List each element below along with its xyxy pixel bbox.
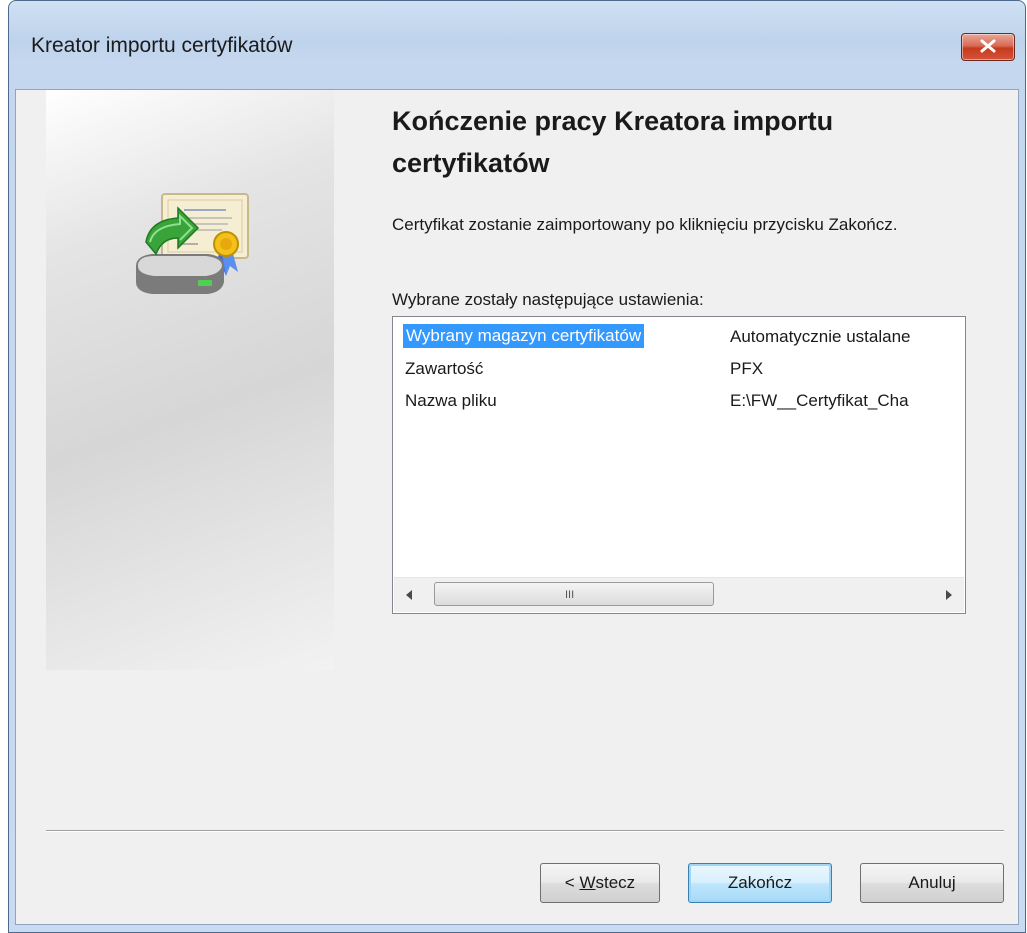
horizontal-scrollbar[interactable]: III xyxy=(394,577,964,612)
arrow-right-icon xyxy=(946,590,952,600)
scroll-left-button[interactable] xyxy=(394,578,428,612)
settings-label: Wybrane zostały następujące ustawienia: xyxy=(392,290,704,309)
wizard-side-panel xyxy=(46,90,334,670)
finish-button[interactable]: Zakończ xyxy=(688,863,832,903)
certificate-import-icon xyxy=(136,193,249,294)
close-button[interactable] xyxy=(961,33,1015,61)
page-description: Certyfikat zostanie zaimportowany po kli… xyxy=(392,215,898,234)
button-separator xyxy=(46,830,1004,832)
close-x-icon xyxy=(980,39,996,53)
list-item[interactable]: Nazwa pliku E:\FW__Certyfikat_Cha xyxy=(393,387,965,415)
back-button[interactable]: < Wstecz xyxy=(540,863,660,903)
setting-name: Wybrany magazyn certyfikatów xyxy=(403,324,645,348)
cancel-button[interactable]: Anuluj xyxy=(860,863,1004,903)
setting-value: PFX xyxy=(730,359,764,378)
scrollbar-thumb[interactable]: III xyxy=(434,582,714,606)
setting-value: Automatycznie ustalane xyxy=(730,327,911,346)
list-item[interactable]: Zawartość PFX xyxy=(393,355,965,383)
dialog-client-area: Kończenie pracy Kreatora importu certyfi… xyxy=(15,89,1019,925)
page-heading: Kończenie pracy Kreatora importu certyfi… xyxy=(392,106,834,178)
setting-value: E:\FW__Certyfikat_Cha xyxy=(730,391,909,410)
back-label-rest: stecz xyxy=(595,873,636,892)
arrow-left-icon xyxy=(406,590,412,600)
settings-listview[interactable]: Wybrany magazyn certyfikatów Automatyczn… xyxy=(392,316,966,614)
dialog-window: Kreator importu certyfikatów Kończenie p… xyxy=(8,0,1026,933)
window-title: Kreator importu certyfikatów xyxy=(31,34,293,57)
title-bar[interactable]: Kreator importu certyfikatów xyxy=(9,1,1025,89)
setting-name: Nazwa pliku xyxy=(405,391,497,410)
list-item[interactable]: Wybrany magazyn certyfikatów Automatyczn… xyxy=(393,323,965,351)
setting-name: Zawartość xyxy=(405,359,484,378)
back-prefix: < xyxy=(564,873,580,892)
back-accelerator: W xyxy=(579,873,596,892)
scrollbar-grip: III xyxy=(565,589,575,601)
scroll-right-button[interactable] xyxy=(930,578,964,612)
